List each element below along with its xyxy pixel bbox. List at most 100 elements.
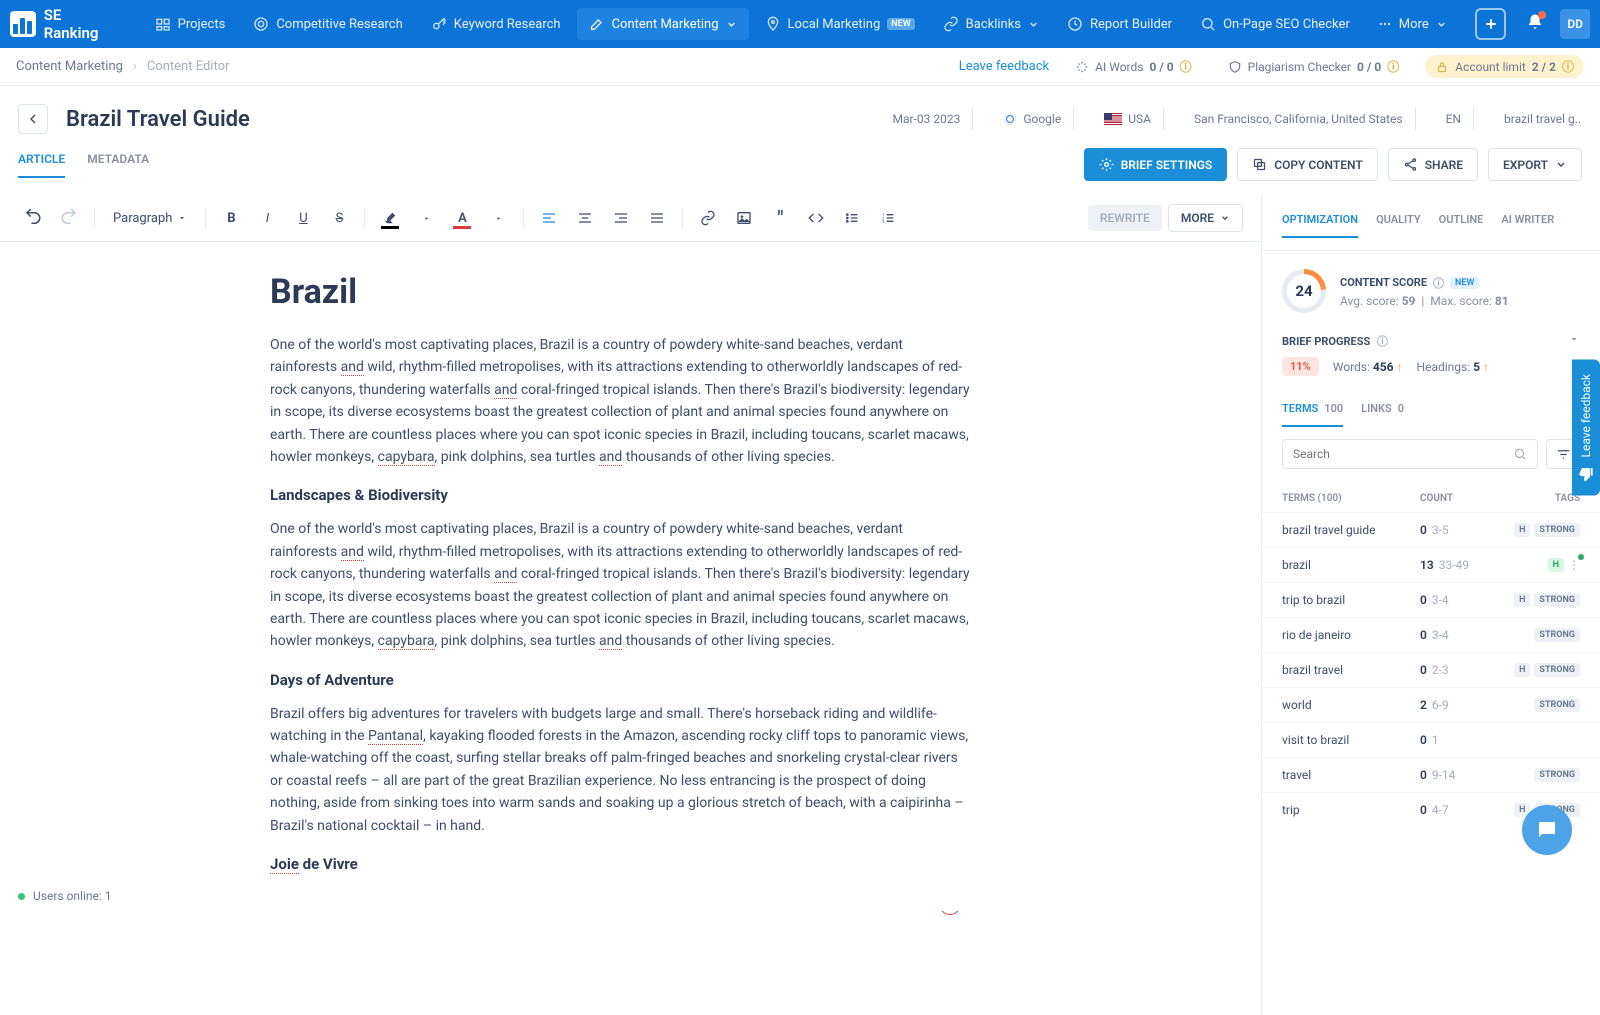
copy-content-button[interactable]: COPY CONTENT bbox=[1237, 148, 1377, 181]
doc-paragraph[interactable]: One of the world's most captivating plac… bbox=[270, 334, 970, 468]
rewrite-button[interactable]: REWRITE bbox=[1088, 205, 1162, 231]
align-justify-button[interactable] bbox=[642, 203, 672, 233]
notifications-button[interactable] bbox=[1526, 13, 1544, 35]
breadcrumb-sep: › bbox=[133, 59, 137, 74]
spell-error[interactable]: capybara bbox=[378, 633, 435, 650]
info-icon[interactable]: ⓘ bbox=[1377, 335, 1388, 348]
highlight-color-button[interactable] bbox=[375, 203, 405, 233]
side-tab-ai-writer[interactable]: AI WRITER bbox=[1501, 213, 1554, 238]
nav-content-marketing[interactable]: Content Marketing bbox=[577, 8, 749, 40]
underline-button[interactable]: U bbox=[288, 203, 318, 233]
doc-paragraph[interactable]: One of the world's most captivating plac… bbox=[270, 518, 970, 652]
term-row[interactable]: visit to brazil0 1 bbox=[1262, 722, 1600, 757]
meta-country[interactable]: USA bbox=[1092, 108, 1164, 130]
strikethrough-button[interactable]: S bbox=[324, 203, 354, 233]
brief-settings-label: BRIEF SETTINGS bbox=[1121, 158, 1213, 172]
term-row[interactable]: brazil travel guide0 3-5HSTRONG bbox=[1262, 512, 1600, 547]
brief-collapse-toggle[interactable] bbox=[1568, 333, 1580, 349]
doc-heading-3[interactable]: Joie de Vivre bbox=[270, 855, 970, 873]
terms-search-box[interactable] bbox=[1282, 439, 1538, 469]
blockquote-button[interactable]: " bbox=[765, 203, 795, 233]
user-avatar[interactable]: DD bbox=[1560, 9, 1590, 39]
strong-tag: STRONG bbox=[1534, 593, 1580, 607]
logo-mark-icon bbox=[10, 11, 36, 37]
redo-button[interactable] bbox=[54, 203, 84, 233]
chat-widget-button[interactable] bbox=[1522, 805, 1572, 855]
insert-link-button[interactable] bbox=[693, 203, 723, 233]
meta-keyword[interactable]: brazil travel g... bbox=[1492, 108, 1582, 130]
nav-backlinks[interactable]: Backlinks bbox=[931, 8, 1051, 40]
term-row[interactable]: world2 6-9STRONG bbox=[1262, 687, 1600, 722]
side-tab-optimization[interactable]: OPTIMIZATION bbox=[1282, 213, 1358, 238]
bullet-list-button[interactable] bbox=[837, 203, 867, 233]
info-icon: ⓘ bbox=[1387, 58, 1399, 75]
term-row[interactable]: brazil travel0 2-3HSTRONG bbox=[1262, 652, 1600, 687]
export-button[interactable]: EXPORT bbox=[1488, 148, 1582, 181]
toolbar-more-button[interactable]: MORE bbox=[1168, 204, 1243, 232]
info-icon[interactable]: ⓘ bbox=[1433, 275, 1444, 291]
numbered-list-button[interactable]: 123 bbox=[873, 203, 903, 233]
insert-image-button[interactable] bbox=[729, 203, 759, 233]
nav-more[interactable]: More bbox=[1366, 8, 1459, 40]
nav-projects[interactable]: Projects bbox=[143, 8, 238, 40]
spell-error[interactable]: and bbox=[494, 566, 517, 583]
doc-heading-1[interactable]: Brazil bbox=[270, 272, 970, 312]
spell-error[interactable]: and bbox=[341, 359, 364, 376]
align-left-button[interactable] bbox=[534, 203, 564, 233]
nav-onpage-seo[interactable]: On-Page SEO Checker bbox=[1188, 8, 1362, 40]
leave-feedback-link[interactable]: Leave feedback bbox=[959, 59, 1049, 74]
undo-button[interactable] bbox=[18, 203, 48, 233]
tab-article[interactable]: ARTICLE bbox=[18, 152, 65, 178]
meta-location[interactable]: San Francisco, California, United States bbox=[1182, 108, 1416, 130]
spell-error[interactable]: Joie bbox=[270, 855, 299, 874]
spell-error[interactable]: capybara bbox=[378, 449, 435, 466]
brand-logo[interactable]: SE Ranking bbox=[10, 6, 119, 42]
spell-error[interactable]: and bbox=[599, 449, 622, 466]
doc-paragraph[interactable]: Brazil offers big adventures for travele… bbox=[270, 703, 970, 837]
meta-search-engine[interactable]: Google bbox=[991, 108, 1074, 130]
copy-content-label: COPY CONTENT bbox=[1274, 158, 1362, 172]
breadcrumb-root[interactable]: Content Marketing bbox=[16, 59, 123, 74]
nav-report-builder[interactable]: Report Builder bbox=[1055, 8, 1184, 40]
doc-heading-3[interactable]: Landscapes & Biodiversity bbox=[270, 486, 970, 504]
spell-error[interactable]: Pantanal bbox=[368, 728, 423, 745]
share-button[interactable]: SHARE bbox=[1388, 148, 1478, 181]
term-row[interactable]: brazil13 33-49H⋮ bbox=[1262, 547, 1600, 582]
side-tab-outline[interactable]: OUTLINE bbox=[1439, 213, 1484, 238]
term-row[interactable]: travel0 9-14STRONG bbox=[1262, 757, 1600, 792]
term-row[interactable]: trip to brazil0 3-4HSTRONG bbox=[1262, 582, 1600, 617]
terms-search-input[interactable] bbox=[1293, 447, 1505, 461]
doc-heading-3[interactable]: Days of Adventure bbox=[270, 671, 970, 689]
term-row-menu[interactable]: ⋮ bbox=[1568, 558, 1580, 572]
account-limit-pill[interactable]: Account limit 2 / 2 ⓘ bbox=[1425, 55, 1584, 78]
links-tab[interactable]: LINKS0 bbox=[1361, 402, 1404, 427]
term-row[interactable]: rio de janeiro0 3-4STRONG bbox=[1262, 617, 1600, 652]
lock-icon bbox=[1435, 60, 1449, 74]
add-button[interactable] bbox=[1475, 8, 1507, 40]
nav-competitive-research[interactable]: Competitive Research bbox=[241, 8, 414, 40]
paragraph-style-select[interactable]: Paragraph bbox=[105, 207, 195, 230]
feedback-side-tab[interactable]: Leave feedback bbox=[1572, 360, 1600, 496]
spell-error[interactable]: and bbox=[494, 382, 517, 399]
code-button[interactable] bbox=[801, 203, 831, 233]
plagiarism-pill[interactable]: Plagiarism Checker 0 / 0 ⓘ bbox=[1218, 55, 1410, 78]
editor-document[interactable]: Brazil One of the world's most captivati… bbox=[0, 242, 1100, 917]
italic-button[interactable]: I bbox=[252, 203, 282, 233]
text-color-button[interactable]: A bbox=[447, 203, 477, 233]
highlight-dropdown[interactable] bbox=[411, 203, 441, 233]
nav-keyword-research[interactable]: Keyword Research bbox=[419, 8, 573, 40]
spell-error[interactable]: and bbox=[599, 633, 622, 650]
side-tab-quality[interactable]: QUALITY bbox=[1376, 213, 1421, 238]
tab-metadata[interactable]: METADATA bbox=[87, 152, 149, 178]
meta-language[interactable]: EN bbox=[1434, 108, 1474, 130]
align-center-button[interactable] bbox=[570, 203, 600, 233]
back-button[interactable] bbox=[18, 104, 48, 134]
ai-words-pill[interactable]: AI Words 0 / 0 ⓘ bbox=[1065, 55, 1202, 78]
nav-local-marketing[interactable]: Local Marketing NEW bbox=[753, 8, 927, 40]
spell-error[interactable]: and bbox=[341, 544, 364, 561]
align-right-button[interactable] bbox=[606, 203, 636, 233]
terms-tab[interactable]: TERMS100 bbox=[1282, 402, 1343, 427]
text-color-dropdown[interactable] bbox=[483, 203, 513, 233]
brief-settings-button[interactable]: BRIEF SETTINGS bbox=[1084, 148, 1228, 181]
bold-button[interactable]: B bbox=[216, 203, 246, 233]
